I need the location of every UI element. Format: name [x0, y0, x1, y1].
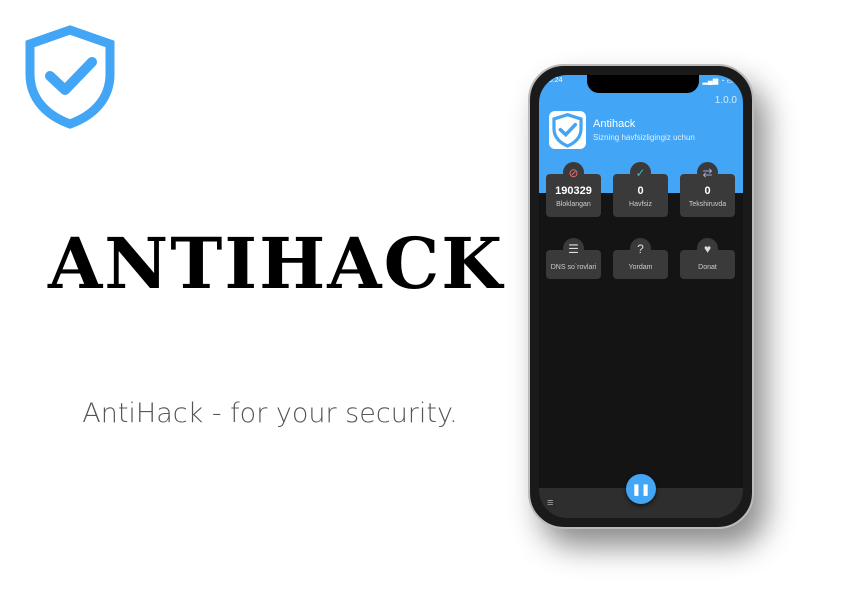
check-icon: ✓: [630, 162, 651, 183]
stat-label: Havfsiz: [629, 201, 652, 208]
dns-requests-button[interactable]: ☰ DNS so`rovlari: [546, 238, 601, 279]
stat-label: Bloklangan: [556, 201, 591, 208]
heart-icon: ♥: [697, 238, 718, 259]
headline: ANTIHACK: [48, 222, 505, 305]
notch: [587, 75, 699, 93]
phone-mockup: 18:24 ▂▄▆ ◔ ▭ 1.0.0 Antihack Sizning hav…: [528, 64, 754, 529]
shield-check-icon: [25, 25, 115, 129]
shield-check-icon: [552, 113, 583, 148]
app-version: 1.0.0: [714, 95, 737, 106]
menu-icon[interactable]: ≡: [547, 497, 553, 509]
donate-button[interactable]: ♥ Donat: [680, 238, 735, 279]
status-icons: ▂▄▆ ◔ ▭: [702, 78, 733, 85]
action-label: Donat: [698, 264, 717, 271]
dns-list-icon: ☰: [563, 238, 584, 259]
action-label: Yordam: [628, 264, 653, 271]
stat-label: Tekshiruvda: [688, 201, 727, 208]
status-time: 18:24: [545, 77, 563, 84]
swap-icon: ⇄: [697, 162, 718, 183]
antihack-logo: [18, 24, 122, 130]
app-screen: 18:24 ▂▄▆ ◔ ▭ 1.0.0 Antihack Sizning hav…: [539, 75, 743, 518]
app-logo: [549, 111, 586, 149]
block-icon: ⊘: [563, 162, 584, 183]
action-label: DNS so`rovlari: [550, 264, 597, 271]
app-name: Antihack: [593, 118, 636, 130]
stat-value: 0: [704, 185, 711, 197]
stat-safe[interactable]: ✓ 0 Havfsiz: [613, 162, 668, 217]
stat-value: 190329: [555, 185, 592, 197]
stat-value: 0: [637, 185, 644, 197]
help-button[interactable]: ? Yordam: [613, 238, 668, 279]
help-icon: ?: [630, 238, 651, 259]
stat-blocked[interactable]: ⊘ 190329 Bloklangan: [546, 162, 601, 217]
stat-checking[interactable]: ⇄ 0 Tekshiruvda: [680, 162, 735, 217]
pause-button[interactable]: ❚❚: [626, 474, 656, 504]
tagline: AntiHack - for your security.: [82, 398, 458, 429]
pause-icon: ❚❚: [631, 483, 651, 496]
app-subtitle: Sizning havfsizligingiz uchun: [593, 133, 695, 142]
